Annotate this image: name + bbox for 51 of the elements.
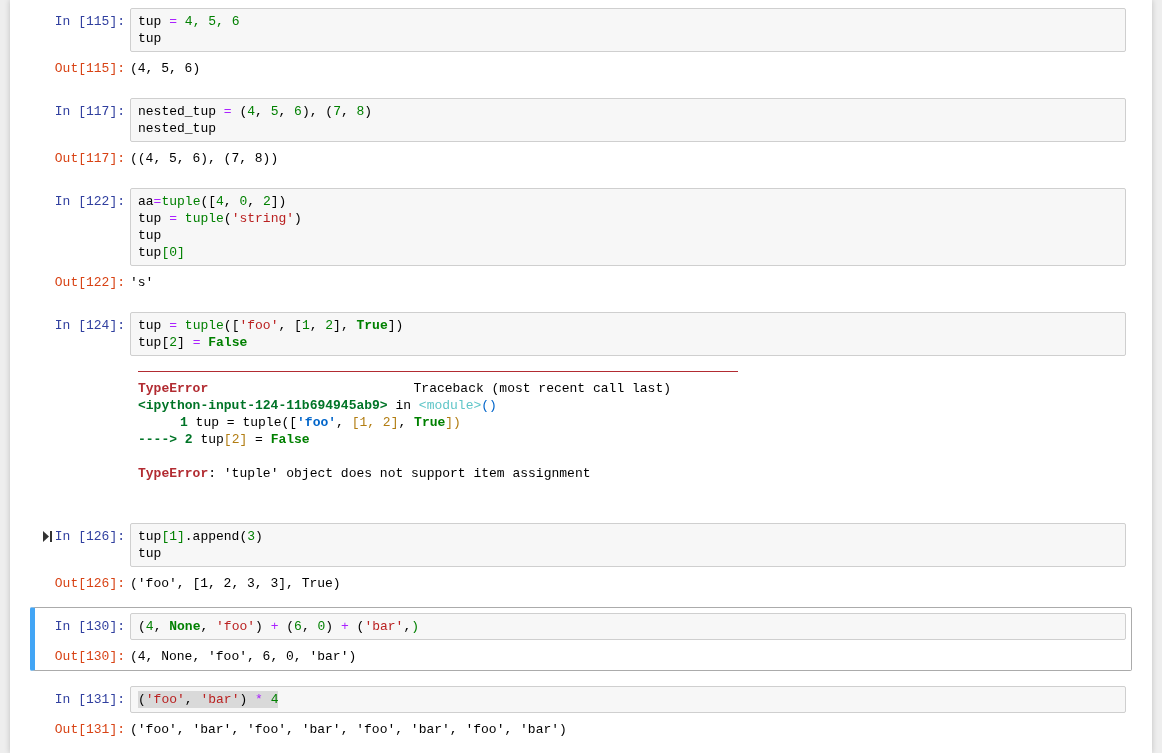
output-text: (4, None, 'foo', 6, 0, 'bar') (130, 648, 357, 665)
in-prompt: In [117]: (54, 104, 125, 119)
out-prompt: Out[131]: (53, 721, 126, 738)
code-input[interactable]: tup = tuple(['foo', [1, 2], True]) tup[2] = False (130, 312, 1126, 356)
in-prompt: In [115]: (54, 14, 125, 29)
traceback-line: 1 tup = tuple(['foo', [1, 2], True]) (179, 414, 461, 431)
in-prompt: In [126]: (54, 529, 125, 544)
code-line: nested_tup = (4, 5, 6), (7, 8) (138, 103, 373, 120)
code-line: tup (138, 545, 162, 562)
out-prompt: Out[126]: (53, 575, 126, 592)
in-prompt: In [130]: (54, 619, 125, 634)
code-line: tup[2] = False (138, 334, 248, 351)
in-prompt: In [124]: (54, 318, 125, 333)
traceback-line: <ipython-input-124-11b694945ab9> in <module>() (138, 397, 497, 414)
notebook-cell[interactable]: In [115]: tup = 4, 5, 6 tup Out[115]: (4, 5, 6) (30, 2, 1132, 83)
out-prompt: Out[117]: (53, 150, 126, 167)
output-text: ('foo', 'bar', 'foo', 'bar', 'foo', 'bar', 'foo', 'bar') (130, 721, 567, 738)
notebook-cell[interactable]: In [130]: (4, None, 'foo') + (6, 0) + ('bar',) Out[130]: (4, None, 'foo', 6, 0, 'bar') (30, 607, 1132, 671)
code-line: nested_tup (138, 120, 216, 137)
in-prompt: In [131]: (54, 692, 125, 707)
output-text: ((4, 5, 6), (7, 8)) (130, 150, 279, 167)
code-line: tup = tuple(['foo', [1, 2], True]) (138, 317, 404, 334)
code-line: tup (138, 227, 162, 244)
code-line: tup = 4, 5, 6 (138, 13, 240, 30)
notebook-cell[interactable]: In [126]: tup[1].append(3) tup Out[126]: ('foo', [1, 2, 3, 3], True) (30, 517, 1132, 598)
traceback-line: TypeError: 'tuple' object does not support item assignment (138, 465, 591, 482)
in-prompt: In [122]: (54, 194, 125, 209)
code-input[interactable]: tup = 4, 5, 6 tup (130, 8, 1126, 52)
output-text: (4, 5, 6) (130, 60, 201, 77)
output-text: 's' (130, 274, 154, 291)
code-input[interactable]: nested_tup = (4, 5, 6), (7, 8) nested_tup (130, 98, 1126, 142)
out-prompt: Out[115]: (53, 60, 126, 77)
out-prompt: Out[130]: (53, 648, 126, 665)
notebook-cell[interactable]: In [122]: aa=tuple([4, 0, 2]) tup = tuple('string') tup tup[0] Out[122]: 's' (30, 182, 1132, 297)
code-line: tup[0] (138, 244, 185, 261)
error-name: TypeError (138, 380, 209, 397)
code-line: aa=tuple([4, 0, 2]) (138, 193, 287, 210)
code-line: tup[1].append(3) (138, 528, 263, 545)
code-line: tup = tuple('string') (138, 210, 302, 227)
traceback-line: ----> 2 tup[2] = False (138, 431, 310, 448)
traceback-heading: Traceback (most recent call last) (413, 380, 671, 397)
output-text: ('foo', [1, 2, 3, 3], True) (130, 575, 341, 592)
notebook-cell[interactable]: In [131]: ('foo', 'bar') * 4 Out[131]: ('foo', 'bar', 'foo', 'bar', 'foo', 'bar', 'foo', 'bar') (30, 680, 1132, 744)
notebook-cell[interactable]: In [117]: nested_tup = (4, 5, 6), (7, 8) nested_tup Out[117]: ((4, 5, 6), (7, 8)) (30, 92, 1132, 173)
out-prompt: Out[122]: (53, 274, 126, 291)
code-input[interactable]: ('foo', 'bar') * 4 (130, 686, 1126, 713)
code-input[interactable]: aa=tuple([4, 0, 2]) tup = tuple('string') tup tup[0] (130, 188, 1126, 266)
code-line: (4, None, 'foo') + (6, 0) + ('bar',) (138, 618, 419, 635)
code-input[interactable]: (4, None, 'foo') + (6, 0) + ('bar',) (130, 613, 1126, 640)
code-line: tup (138, 30, 162, 47)
code-input[interactable]: tup[1].append(3) tup (130, 523, 1126, 567)
